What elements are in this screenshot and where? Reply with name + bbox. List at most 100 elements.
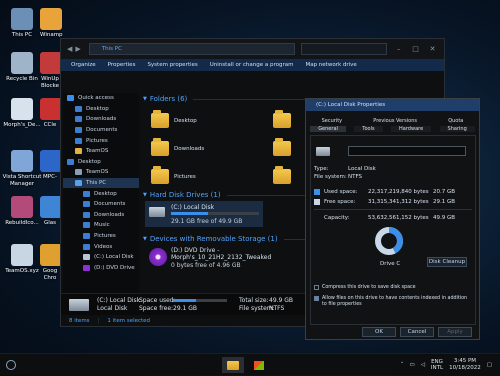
desktop-icon-2[interactable]: Winamp xyxy=(40,8,63,39)
nav-item-17[interactable]: (D:) DVD Drive xyxy=(63,263,139,274)
desktop-icon-3[interactable]: Recycle Bin xyxy=(0,52,44,83)
tab-general[interactable]: General xyxy=(310,126,346,132)
toolbar-item-1[interactable]: Organize xyxy=(71,62,96,68)
nav-item-6[interactable]: TeamOS xyxy=(63,146,139,157)
drive-c-tile[interactable]: (C:) Local Disk 29.1 GB free of 49.9 GB xyxy=(145,201,263,227)
tab-row-1: Security Previous Versions Quota xyxy=(306,117,479,125)
desktop-icon-12[interactable]: Goog Chro xyxy=(40,244,62,282)
nav-item-12[interactable]: Downloads xyxy=(63,210,139,221)
folder-item-1[interactable]: Desktop xyxy=(151,110,197,128)
taskbar-store-button[interactable] xyxy=(252,358,266,372)
minimize-button[interactable]: – xyxy=(393,44,404,54)
nav-item-1[interactable]: Quick access xyxy=(63,93,139,104)
taskbar-explorer-button[interactable] xyxy=(222,357,244,373)
nav-item-16[interactable]: (C:) Local Disk xyxy=(63,252,139,263)
desktop-icon-label: Winamp xyxy=(40,32,63,38)
nav-item-3[interactable]: Downloads xyxy=(63,114,139,125)
tab-tools[interactable]: Tools xyxy=(354,126,383,132)
desktop-icon-10[interactable]: Glas xyxy=(40,196,62,227)
usage-donut xyxy=(375,227,403,255)
drive-c-usage-bar xyxy=(171,212,259,215)
tab-security[interactable]: Security xyxy=(322,118,343,124)
folder-item-6[interactable] xyxy=(273,166,296,184)
user-icon xyxy=(75,169,82,176)
toolbar-item-3[interactable]: System properties xyxy=(147,62,197,68)
search-input[interactable] xyxy=(300,43,388,55)
ccleaner-icon xyxy=(40,98,62,120)
desktop-icon-5[interactable]: Morph's_De... xyxy=(0,98,44,129)
back-icon[interactable]: ◀ xyxy=(67,45,72,53)
nav-item-7[interactable]: Desktop xyxy=(63,157,139,168)
desktop-icon-label: TeamOS.xyz xyxy=(5,268,39,274)
close-button[interactable]: ✕ xyxy=(427,44,438,54)
rebuild-icon xyxy=(11,196,33,218)
network-icon[interactable]: ▭ xyxy=(409,362,414,368)
desktop-icon-label: Vista Shortcut Manager xyxy=(2,174,42,187)
desktop-icon-7[interactable]: Vista Shortcut Manager xyxy=(0,150,44,188)
desktop-icon-9[interactable]: Rebuildlco... xyxy=(0,196,44,227)
ok-button[interactable]: OK xyxy=(362,327,396,337)
tab-hardware[interactable]: Hardware xyxy=(391,126,432,132)
folder-item-4[interactable] xyxy=(273,138,296,156)
nav-item-13[interactable]: Music xyxy=(63,220,139,231)
folder-item-5[interactable]: Pictures xyxy=(151,166,196,184)
desktop-icon-11[interactable]: TeamOS.xyz xyxy=(0,244,44,275)
desktop-icon-4[interactable]: WinUp Blocke xyxy=(40,52,62,90)
volume-icon[interactable]: ◁ xyxy=(421,362,425,368)
desktop-icon-1[interactable]: This PC xyxy=(0,8,44,39)
desktop-icon xyxy=(67,158,74,165)
desktop-icon-6[interactable]: CCle xyxy=(40,98,62,129)
explorer-titlebar[interactable]: ◀ ▶ This PC – □ ✕ xyxy=(61,39,444,59)
folder-item-3[interactable]: Downloads xyxy=(151,138,204,156)
nav-item-15[interactable]: Videos xyxy=(63,241,139,252)
chevron-down-icon: ▼ xyxy=(143,192,147,198)
desktop-icon-8[interactable]: MPC- xyxy=(40,150,62,181)
index-checkbox[interactable] xyxy=(314,296,319,301)
nav-item-14[interactable]: Pictures xyxy=(63,231,139,242)
used-color-swatch xyxy=(314,189,320,195)
nav-item-2[interactable]: Desktop xyxy=(63,104,139,115)
address-bar[interactable]: This PC xyxy=(88,43,295,55)
toolbar-item-4[interactable]: Uninstall or change a program xyxy=(210,62,294,68)
nav-item-8[interactable]: TeamOS xyxy=(63,167,139,178)
forward-icon[interactable]: ▶ xyxy=(75,45,80,53)
folder-icon xyxy=(273,138,291,156)
apply-button[interactable]: Apply xyxy=(438,327,472,337)
nav-item-5[interactable]: Pictures xyxy=(63,135,139,146)
drive-d-tile[interactable]: (D:) DVD Drive - Morph's_10_21H2_2132_Tw… xyxy=(145,245,295,275)
tab-sharing[interactable]: Sharing xyxy=(439,126,475,132)
toolbar-item-5[interactable]: Map network drive xyxy=(305,62,356,68)
shortcut-manager-icon xyxy=(11,150,33,172)
downloads-icon xyxy=(75,116,82,123)
toolbar-item-2[interactable]: Properties xyxy=(108,62,136,68)
tab-previous-versions[interactable]: Previous Versions xyxy=(373,118,417,124)
tray-chevron-icon[interactable]: ˄ xyxy=(401,362,404,368)
folder-icon xyxy=(151,138,169,156)
folder-item-2[interactable] xyxy=(273,110,296,128)
properties-dialog[interactable]: (C:) Local Disk Properties Security Previ… xyxy=(305,98,480,340)
drive-icon xyxy=(149,207,165,217)
nav-item-11[interactable]: Documents xyxy=(63,199,139,210)
clock[interactable]: 3:45 PM 10/18/2022 xyxy=(449,358,481,372)
desktop-icon xyxy=(83,190,90,197)
drive-icon xyxy=(83,254,90,261)
disk-cleanup-button[interactable]: Disk Cleanup xyxy=(427,257,467,267)
start-button[interactable] xyxy=(6,359,16,370)
compress-checkbox[interactable] xyxy=(314,285,319,290)
folder-icon xyxy=(75,148,82,155)
documents-icon xyxy=(83,201,90,208)
command-bar: Organize Properties System properties Unins… xyxy=(61,59,444,71)
notifications-icon[interactable]: ▢ xyxy=(487,362,492,368)
cancel-button[interactable]: Cancel xyxy=(400,327,434,337)
nav-item-10[interactable]: Desktop xyxy=(63,188,139,199)
dialog-title[interactable]: (C:) Local Disk Properties xyxy=(306,99,479,111)
language-indicator[interactable]: ENG INTL xyxy=(431,359,443,371)
desktop-icon-label: CCle xyxy=(43,122,57,128)
maximize-button[interactable]: □ xyxy=(410,44,421,54)
tab-quota[interactable]: Quota xyxy=(448,118,463,124)
nav-item-4[interactable]: Documents xyxy=(63,125,139,136)
navigation-pane[interactable]: Quick access Desktop Downloads Documents Pic… xyxy=(63,93,139,313)
folder-icon xyxy=(273,166,291,184)
nav-item-9[interactable]: This PC xyxy=(63,177,139,189)
drive-label-input[interactable] xyxy=(348,146,466,156)
